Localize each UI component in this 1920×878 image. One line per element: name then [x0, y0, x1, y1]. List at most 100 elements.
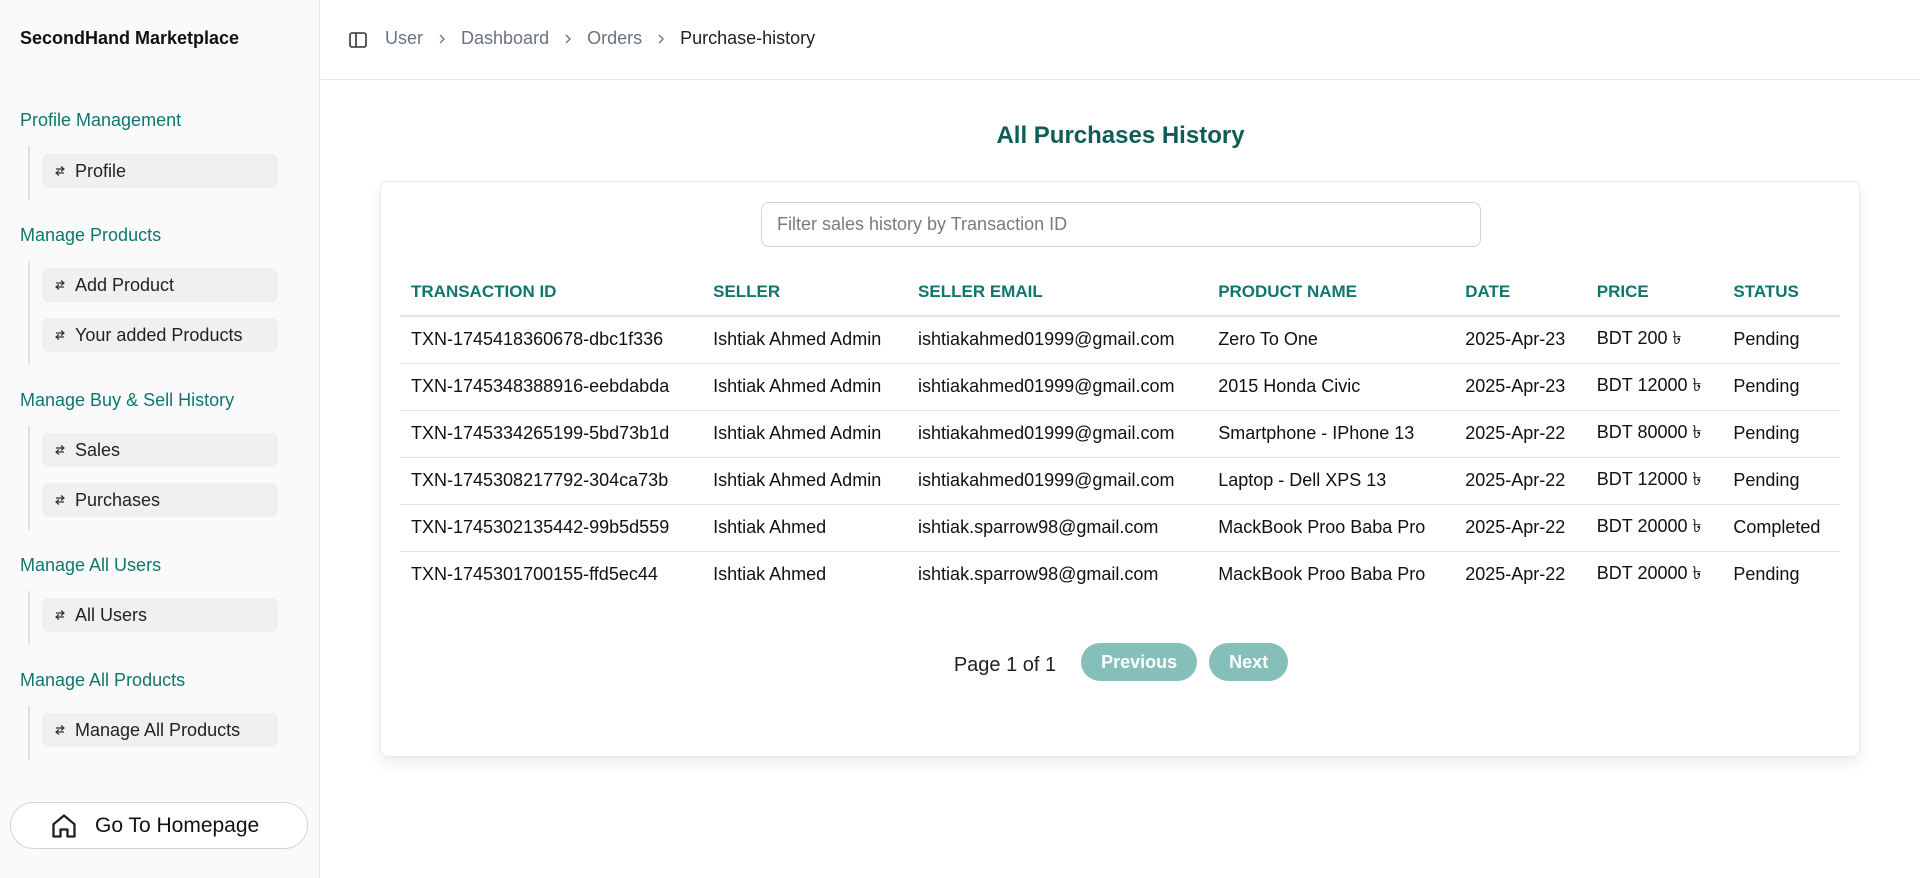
product-name-cell: MackBook Proo Baba Pro — [1207, 504, 1455, 552]
sidebar-item-add-product[interactable]: Add Product — [42, 268, 278, 302]
section-divider — [28, 261, 30, 365]
transaction-id-cell: TXN-1745301700155-ffd5ec44 — [411, 564, 658, 585]
table-row: TXN-1745308217792-304ca73b Ishtiak Ahmed… — [400, 457, 1840, 505]
status-cell: Pending — [1722, 457, 1840, 505]
brand-title: SecondHand Marketplace — [20, 28, 240, 48]
date-cell: 2025-Apr-23 — [1454, 363, 1586, 411]
page-title: All Purchases History — [996, 122, 1245, 149]
sidebar-item-label: Add Product — [75, 274, 175, 295]
chevron-right-icon — [437, 33, 447, 45]
column-header-date: DATE — [1454, 268, 1586, 317]
seller-email-cell: ishtiakahmed01999@gmail.com — [907, 316, 1208, 364]
seller-email-cell: ishtiakahmed01999@gmail.com — [907, 410, 1208, 458]
breadcrumb-item-orders[interactable]: Orders — [587, 28, 642, 49]
column-header-status: STATUS — [1722, 268, 1840, 317]
product-name-cell: 2015 Honda Civic — [1207, 363, 1455, 411]
transaction-id-cell: TXN-1745308217792-304ca73b — [400, 457, 703, 505]
arrows-switch-icon — [48, 494, 72, 506]
table-row: TXN-1745348388916-eebdabda Ishtiak Ahmed… — [400, 363, 1840, 411]
section-divider — [28, 426, 30, 530]
sidebar-item-purchases[interactable]: Purchases — [42, 483, 278, 517]
seller-email-cell: ishtiak.sparrow98@gmail.com — [907, 504, 1208, 552]
arrows-switch-icon — [48, 165, 72, 177]
breadcrumb-item-user[interactable]: User — [385, 28, 423, 49]
price-cell: BDT 200 ৳ — [1585, 316, 1723, 364]
arrows-switch-icon — [48, 724, 72, 736]
seller-cell: Ishtiak Ahmed Admin — [702, 410, 908, 458]
status-cell: Pending — [1722, 316, 1840, 364]
price-cell: BDT 80000 ৳ — [1585, 410, 1723, 458]
go-to-homepage-label: Go To Homepage — [95, 813, 260, 837]
section-divider — [28, 591, 30, 645]
product-name-cell: Zero To One — [1207, 316, 1455, 364]
column-header-transaction-id: TRANSACTION ID — [400, 268, 703, 317]
price-cell: BDT 12000 ৳ — [1585, 363, 1723, 411]
product-name-cell: Smartphone - IPhone 13 — [1207, 410, 1455, 458]
breadcrumb-item-dashboard[interactable]: Dashboard — [461, 28, 549, 49]
arrows-switch-icon — [48, 279, 72, 291]
date-cell: 2025-Apr-23 — [1454, 316, 1586, 364]
previous-page-button[interactable]: Previous — [1081, 643, 1198, 681]
status-cell: Completed — [1722, 504, 1840, 552]
next-page-button[interactable]: Next — [1209, 643, 1289, 681]
breadcrumb-item-current: Purchase-history — [680, 28, 816, 48]
status-cell: Pending — [1722, 363, 1840, 411]
transaction-search-input[interactable] — [761, 202, 1481, 247]
product-name-cell: Laptop - Dell XPS 13 — [1207, 457, 1455, 505]
sidebar-item-label: Sales — [75, 439, 121, 460]
arrows-switch-icon — [48, 609, 72, 621]
sidebar-item-label: Profile — [75, 160, 127, 181]
date-cell: 2025-Apr-22 — [1454, 410, 1586, 458]
price-cell: BDT 20000 ৳ — [1596, 563, 1702, 584]
table-row: TXN-1745418360678-dbc1f336 Ishtiak Ahmed… — [400, 316, 1840, 364]
seller-cell: Ishtiak Ahmed — [702, 504, 908, 552]
chevron-right-icon — [656, 33, 666, 45]
page-info: Page 1 of 1 — [953, 653, 1057, 676]
date-cell: 2025-Apr-22 — [1465, 564, 1566, 585]
sidebar-item-label: Your added Products — [75, 324, 243, 345]
sidebar-item-all-users[interactable]: All Users — [42, 598, 278, 632]
seller-cell: Ishtiak Ahmed Admin — [702, 316, 908, 364]
arrows-switch-icon — [48, 329, 72, 341]
sidebar-item-label: Purchases — [75, 489, 161, 510]
sidebar-item-sales[interactable]: Sales — [42, 433, 278, 467]
seller-email-cell: ishtiak.sparrow98@gmail.com — [918, 564, 1159, 585]
sidebar-section-title: Manage All Products — [20, 670, 186, 690]
pagination: Page 1 of 1 Previous Next — [381, 643, 1861, 681]
seller-email-cell: ishtiakahmed01999@gmail.com — [907, 457, 1208, 505]
sidebar-item-label: Manage All Products — [75, 719, 241, 740]
sidebar-item-manage-all-products[interactable]: Manage All Products — [42, 713, 278, 747]
sidebar-item-profile[interactable]: Profile — [42, 154, 278, 188]
topbar: User Dashboard Orders Purchase-history — [321, 0, 1920, 80]
table-row: TXN-1745334265199-5bd73b1d Ishtiak Ahmed… — [400, 410, 1840, 458]
price-cell: BDT 20000 ৳ — [1585, 504, 1723, 552]
date-cell: 2025-Apr-22 — [1454, 504, 1586, 552]
status-cell: Pending — [1733, 564, 1800, 585]
table-row: TXN-1745301700155-ffd5ec44 Ishtiak Ahmed… — [400, 551, 1840, 598]
section-divider — [28, 706, 30, 760]
sidebar-section-title: Manage Buy & Sell History — [20, 390, 235, 410]
home-icon — [49, 811, 79, 841]
table-row: TXN-1745302135442-99b5d559 Ishtiak Ahmed… — [400, 504, 1840, 552]
chevron-right-icon — [563, 33, 573, 45]
sidebar-item-your-added-products[interactable]: Your added Products — [42, 318, 278, 352]
transaction-id-cell: TXN-1745334265199-5bd73b1d — [400, 410, 703, 458]
transaction-id-cell: TXN-1745418360678-dbc1f336 — [400, 316, 703, 364]
date-cell: 2025-Apr-22 — [1454, 457, 1586, 505]
column-header-product-name: PRODUCT NAME — [1207, 268, 1455, 317]
seller-cell: Ishtiak Ahmed — [713, 564, 827, 585]
sidebar-section-title: Profile Management — [20, 110, 182, 130]
column-header-seller-email: SELLER EMAIL — [907, 268, 1208, 317]
status-cell: Pending — [1722, 410, 1840, 458]
seller-email-cell: ishtiakahmed01999@gmail.com — [907, 363, 1208, 411]
sidebar-item-label: All Users — [75, 604, 148, 625]
seller-cell: Ishtiak Ahmed Admin — [702, 457, 908, 505]
purchases-table: TRANSACTION ID SELLER SELLER EMAIL PRODU… — [400, 268, 1840, 598]
price-cell: BDT 12000 ৳ — [1585, 457, 1723, 505]
sidebar-toggle-icon[interactable] — [348, 30, 368, 50]
go-to-homepage-button[interactable]: Go To Homepage — [10, 802, 308, 849]
product-name-cell: MackBook Proo Baba Pro — [1218, 564, 1426, 585]
sidebar-section-title: Manage Products — [20, 225, 162, 245]
breadcrumb: User Dashboard Orders Purchase-history — [385, 28, 815, 49]
seller-cell: Ishtiak Ahmed Admin — [702, 363, 908, 411]
